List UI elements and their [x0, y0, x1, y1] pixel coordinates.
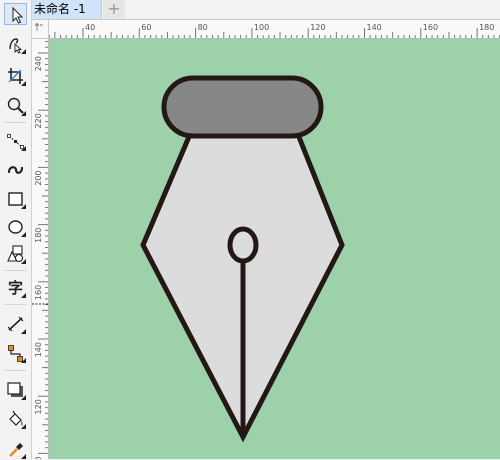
artistic-media-button[interactable] [4, 158, 27, 180]
crop-tool-button[interactable] [4, 65, 27, 87]
connector-tool-button[interactable] [4, 342, 27, 364]
dimension-tool-button[interactable] [4, 313, 27, 335]
ellipse-tool-button[interactable] [4, 216, 27, 238]
fill-tool-button[interactable] [4, 408, 27, 430]
freehand-pick-button[interactable] [4, 33, 27, 55]
pick-tool-button[interactable] [4, 3, 27, 25]
eyedropper-tool-button[interactable] [4, 438, 27, 460]
toolbox: 字 [0, 0, 32, 459]
pick-tool-icon [12, 6, 24, 24]
ruler-label: 40 [85, 23, 95, 32]
ruler-label: 240 [34, 56, 43, 71]
ruler-label: 160 [423, 23, 438, 32]
polygon-tool-button[interactable] [4, 243, 27, 265]
text-tool-button[interactable]: 字 [4, 277, 27, 299]
pen-nib-drawing[interactable] [49, 39, 500, 459]
curve-tool-button[interactable] [4, 130, 27, 152]
vertical-ruler[interactable]: 240220200180160140120100 [32, 39, 49, 459]
zoom-tool-button[interactable] [4, 95, 27, 117]
document-tab-bar: 未命名 -1 + [32, 0, 500, 20]
ruler-label: 180 [479, 23, 494, 32]
new-tab-button[interactable]: + [103, 0, 125, 19]
drawing-canvas[interactable] [49, 39, 500, 459]
ruler-origin[interactable] [32, 20, 49, 39]
ruler-label: 220 [34, 113, 43, 128]
ruler-label: 100 [254, 23, 269, 32]
pen-cap[interactable] [161, 75, 324, 139]
ruler-origin-icon [35, 23, 43, 31]
ruler-label: 120 [34, 399, 43, 414]
shadow-tool-button[interactable] [4, 379, 27, 401]
pen-nib-breather-hole [227, 226, 259, 264]
document-tab[interactable]: 未命名 -1 [32, 0, 102, 19]
rectangle-tool-button[interactable] [4, 188, 27, 210]
artistic-media-icon [7, 166, 24, 174]
ruler-label: 120 [310, 23, 325, 32]
horizontal-ruler[interactable]: 40 60 80 100 120 140 160 180 [49, 20, 500, 39]
ruler-label: 140 [367, 23, 382, 32]
ruler-label: 200 [34, 170, 43, 185]
ruler-label: 80 [198, 23, 208, 32]
ruler-label: 160 [34, 285, 43, 300]
ruler-label: 140 [34, 342, 43, 357]
ruler-label: 60 [141, 23, 151, 32]
ruler-label: 180 [34, 228, 43, 243]
